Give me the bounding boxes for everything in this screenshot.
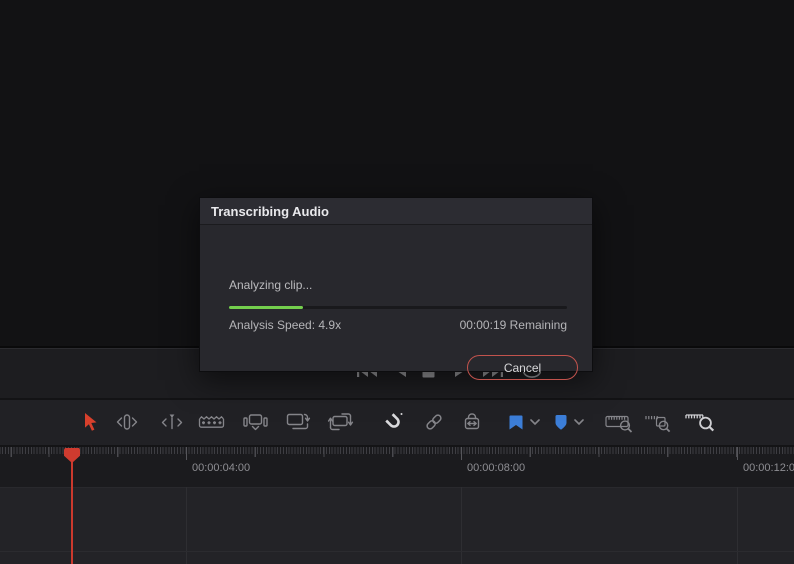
marker-color-dropdown[interactable] bbox=[572, 415, 586, 429]
progress-fill bbox=[229, 306, 304, 309]
flag-icon bbox=[508, 414, 524, 431]
full-extent-zoom-button[interactable] bbox=[603, 410, 635, 434]
timeline-tracks-area[interactable] bbox=[0, 487, 794, 564]
second-ticks bbox=[0, 447, 794, 457]
custom-zoom-button[interactable] bbox=[683, 410, 717, 434]
major-tick bbox=[461, 447, 462, 460]
razor-icon bbox=[197, 413, 226, 431]
timecode-label: 00:00:12:00 bbox=[743, 462, 794, 474]
razor-edit-mode-button[interactable] bbox=[196, 410, 226, 434]
video-editor-window: 00:00:04:00 00:00:08:00 00:00:12:00 Tran… bbox=[0, 0, 794, 564]
detail-zoom-icon bbox=[644, 412, 674, 433]
detail-zoom-button[interactable] bbox=[643, 410, 675, 434]
snapping-button[interactable] bbox=[381, 408, 407, 436]
major-tick bbox=[186, 447, 187, 460]
timecode-label: 00:00:08:00 bbox=[467, 462, 526, 474]
replace-clip-button[interactable] bbox=[325, 408, 355, 436]
linked-selection-button[interactable] bbox=[422, 409, 446, 435]
position-lock-button[interactable] bbox=[460, 409, 484, 435]
position-lock-icon bbox=[461, 411, 483, 433]
flag-color-dropdown[interactable] bbox=[528, 415, 542, 429]
time-remaining-text: 00:00:19 Remaining bbox=[459, 318, 567, 332]
cursor-arrow-icon bbox=[82, 412, 99, 432]
timeline-gridline bbox=[737, 487, 738, 564]
chain-link-icon bbox=[423, 411, 445, 433]
overwrite-clip-icon bbox=[285, 411, 311, 433]
cancel-button[interactable]: Cancel bbox=[467, 355, 578, 380]
dialog-body: Analyzing clip... Analysis Speed: 4.9x 0… bbox=[200, 225, 592, 380]
flag-button[interactable] bbox=[506, 410, 526, 434]
timecode-label: 00:00:04:00 bbox=[192, 462, 251, 474]
overwrite-clip-button[interactable] bbox=[284, 408, 312, 436]
playhead-line bbox=[71, 449, 73, 564]
full-extent-zoom-icon bbox=[604, 412, 634, 433]
custom-zoom-icon bbox=[684, 411, 716, 433]
dynamic-trim-icon bbox=[159, 412, 185, 432]
dynamic-trim-mode-button[interactable] bbox=[158, 409, 186, 435]
magnet-icon bbox=[382, 410, 406, 434]
marker-icon bbox=[553, 414, 569, 431]
selection-mode-button[interactable] bbox=[78, 408, 102, 436]
replace-clip-icon bbox=[327, 411, 354, 433]
major-tick bbox=[737, 447, 738, 460]
trim-edit-icon bbox=[114, 412, 140, 432]
trim-edit-mode-button[interactable] bbox=[113, 409, 141, 435]
chevron-down-icon bbox=[530, 418, 540, 426]
marker-button[interactable] bbox=[551, 410, 571, 434]
transcribing-audio-dialog: Transcribing Audio Analyzing clip... Ana… bbox=[199, 197, 593, 380]
dialog-title: Transcribing Audio bbox=[200, 198, 592, 225]
track-divider-line bbox=[0, 551, 794, 552]
timeline-ruler[interactable]: 00:00:04:00 00:00:08:00 00:00:12:00 bbox=[0, 447, 794, 487]
timeline-gridline bbox=[461, 487, 462, 564]
timeline-gridline bbox=[186, 487, 187, 564]
chevron-down-icon bbox=[574, 418, 584, 426]
analysis-speed-text: Analysis Speed: 4.9x bbox=[229, 318, 342, 332]
progress-bar bbox=[229, 306, 567, 309]
timeline-toolbar bbox=[0, 400, 794, 445]
insert-clip-icon bbox=[242, 411, 269, 433]
dialog-status-text: Analyzing clip... bbox=[229, 278, 313, 292]
insert-clip-button[interactable] bbox=[241, 408, 269, 436]
